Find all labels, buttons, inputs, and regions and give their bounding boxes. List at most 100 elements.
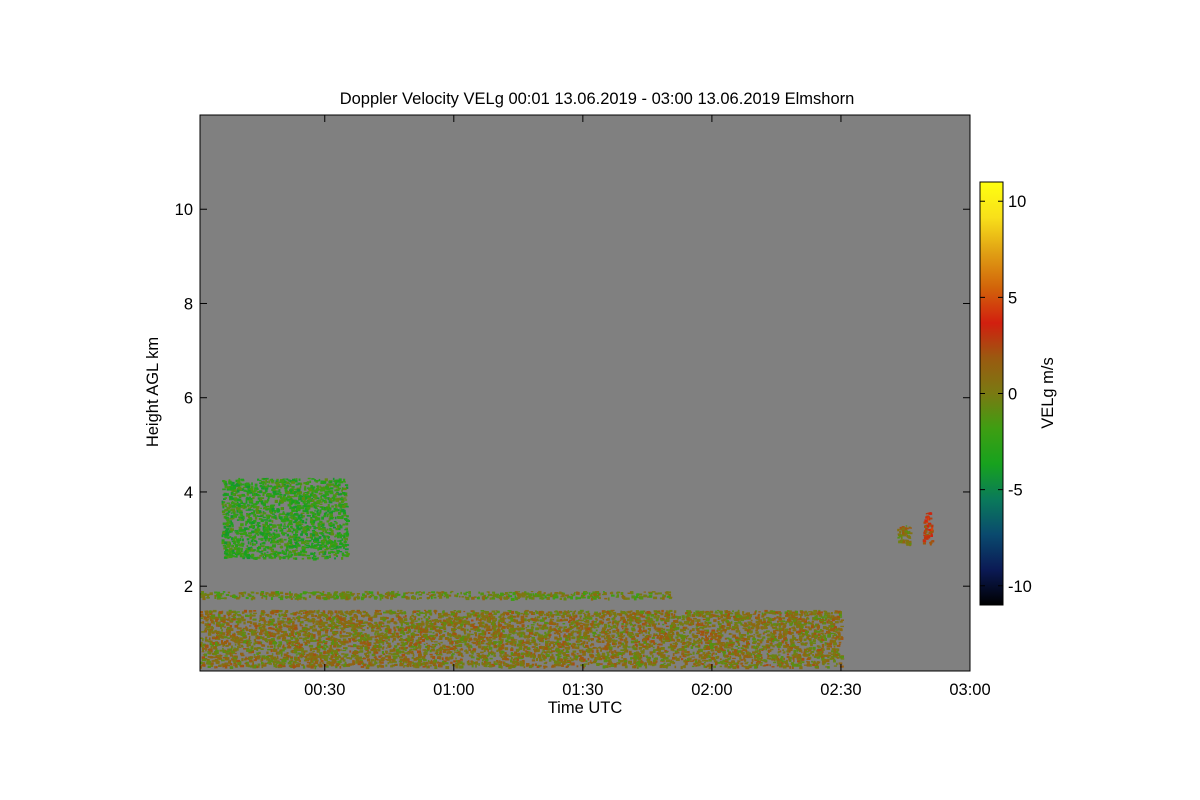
- echo-cell: [239, 618, 243, 621]
- echo-cell: [720, 642, 725, 644]
- echo-cell: [308, 595, 312, 598]
- echo-cell: [657, 622, 660, 625]
- echo-cell: [273, 664, 277, 668]
- echo-cell: [363, 663, 367, 667]
- echo-cell: [243, 648, 247, 650]
- echo-cell: [601, 652, 606, 656]
- echo-cell: [386, 620, 391, 624]
- echo-cell: [542, 594, 545, 596]
- echo-cell: [812, 663, 815, 667]
- echo-cell: [282, 665, 286, 668]
- echo-cell: [371, 594, 373, 596]
- echo-cell: [486, 639, 490, 642]
- echo-cell: [347, 625, 350, 628]
- echo-cell: [464, 624, 466, 628]
- echo-cell: [590, 623, 593, 627]
- echo-cell: [431, 640, 434, 643]
- echo-cell: [209, 592, 213, 596]
- echo-cell: [501, 592, 504, 596]
- echo-cell: [557, 638, 560, 640]
- echo-cell: [212, 642, 215, 645]
- echo-cell: [405, 592, 408, 595]
- echo-cell: [335, 595, 340, 599]
- echo-cell: [689, 630, 691, 634]
- echo-cell: [391, 618, 394, 621]
- echo-cell: [217, 613, 221, 616]
- echo-cell: [613, 663, 617, 666]
- echo-cell: [838, 643, 841, 646]
- echo-cell: [699, 626, 703, 629]
- echo-cell: [403, 611, 406, 615]
- echo-cell: [429, 653, 433, 656]
- echo-cell: [203, 658, 207, 662]
- echo-cell: [285, 592, 289, 596]
- echo-cell: [478, 591, 480, 594]
- echo-cell: [368, 595, 371, 599]
- echo-cell: [443, 630, 447, 633]
- echo-cell: [595, 654, 598, 656]
- echo-cell: [637, 617, 641, 620]
- echo-cell: [753, 634, 756, 636]
- echo-cell: [290, 595, 293, 598]
- echo-cell: [296, 665, 299, 667]
- echo-cell: [399, 618, 403, 621]
- echo-cell: [255, 592, 259, 595]
- echo-cell: [660, 659, 664, 661]
- echo-cell: [339, 665, 342, 669]
- echo-cell: [450, 590, 454, 593]
- echo-cell: [710, 649, 715, 652]
- echo-cell: [470, 633, 474, 636]
- echo-cell: [772, 628, 776, 630]
- echo-cell: [465, 597, 470, 601]
- echo-cell: [370, 649, 373, 651]
- echo-cell: [333, 597, 337, 600]
- echo-cell: [615, 636, 618, 638]
- echo-cell: [395, 614, 399, 617]
- echo-cell: [387, 658, 391, 661]
- echo-cell: [489, 597, 492, 600]
- echo-cell: [227, 619, 230, 621]
- echo-cell: [397, 591, 399, 593]
- echo-cell: [480, 612, 484, 616]
- echo-cell: [516, 614, 520, 618]
- echo-cell: [840, 611, 842, 614]
- echo-cell: [322, 591, 325, 593]
- echo-cell: [810, 625, 814, 629]
- echo-cell: [474, 596, 477, 598]
- echo-cell: [808, 622, 812, 625]
- echo-cell: [445, 666, 450, 670]
- echo-cell: [262, 636, 265, 638]
- echo-cell: [569, 610, 573, 613]
- echo-cell: [769, 610, 772, 613]
- echo-cell: [644, 595, 648, 597]
- echo-cell: [364, 590, 368, 593]
- echo-cell: [382, 622, 385, 625]
- echo-cell: [396, 642, 400, 646]
- echo-cell: [266, 651, 269, 655]
- echo-cell: [625, 637, 628, 641]
- echo-cell: [260, 658, 263, 662]
- echo-cell: [362, 633, 364, 636]
- echo-cell: [762, 645, 767, 649]
- echo-cell: [284, 614, 287, 616]
- echo-cell: [684, 651, 688, 653]
- echo-cell: [274, 644, 276, 648]
- echo-cell: [801, 623, 805, 626]
- echo-cell: [659, 665, 662, 668]
- echo-cell: [385, 650, 388, 654]
- echo-cell: [402, 639, 406, 641]
- echo-cell: [200, 665, 202, 669]
- echo-cell: [498, 641, 503, 645]
- echo-cell: [758, 660, 761, 664]
- echo-cell: [805, 650, 809, 653]
- echo-cell: [308, 610, 313, 614]
- echo-cell: [820, 633, 823, 635]
- echo-cell: [619, 635, 622, 637]
- echo-cell: [395, 632, 399, 635]
- echo-cell: [797, 620, 802, 623]
- echo-cell: [813, 609, 818, 613]
- echo-cell: [279, 591, 284, 595]
- echo-cell: [396, 626, 400, 629]
- echo-cell: [559, 597, 562, 600]
- echo-cell: [530, 626, 535, 629]
